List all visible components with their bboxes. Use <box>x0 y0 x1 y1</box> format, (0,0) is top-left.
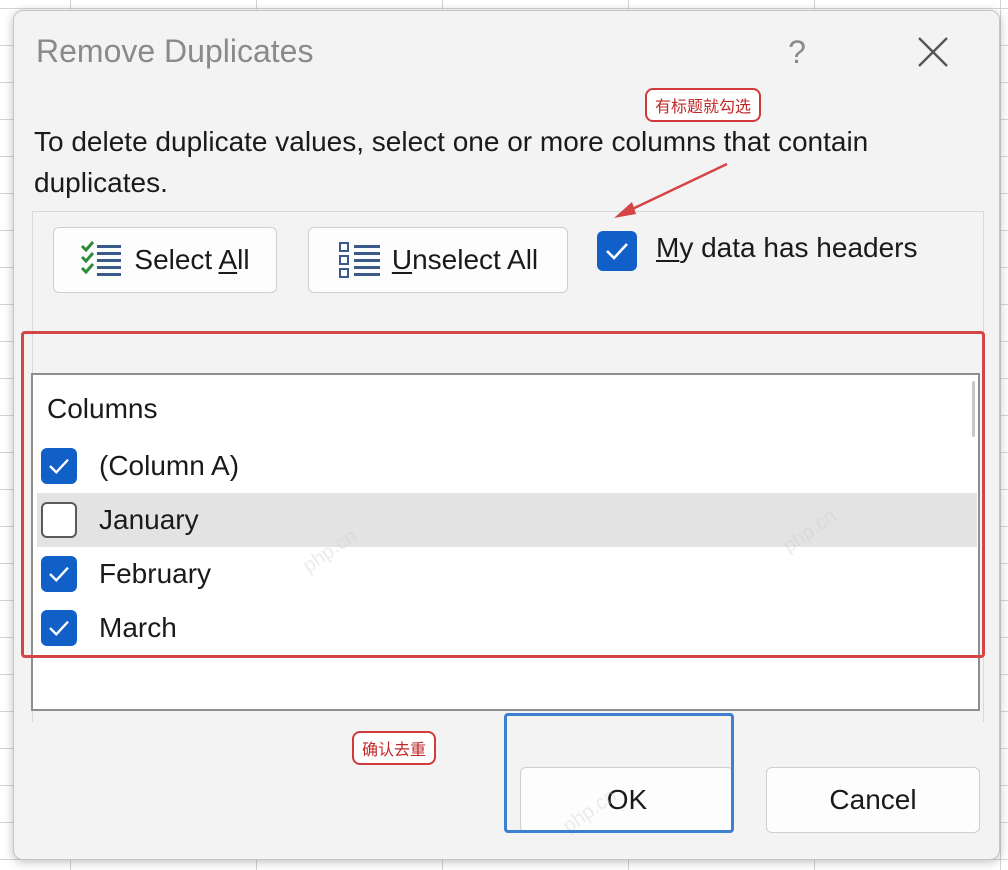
confirm-annotation-label: 确认去重 <box>352 731 437 765</box>
headers-annotation-label: 有标题就勾选 <box>645 88 762 122</box>
annotation-arrow-icon <box>614 162 728 218</box>
